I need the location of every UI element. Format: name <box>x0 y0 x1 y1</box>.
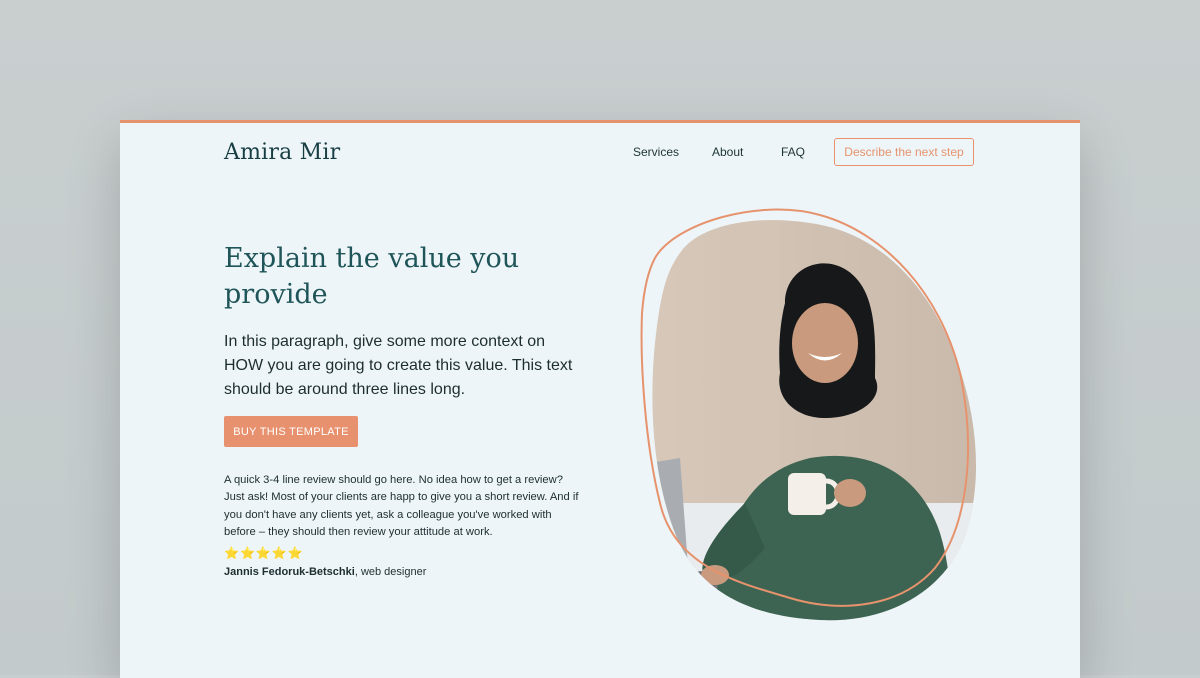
reviewer-name: Jannis Fedoruk-Betschki <box>224 566 355 578</box>
review-text: A quick 3-4 line review should go here. … <box>224 474 579 538</box>
nav-about[interactable]: About <box>712 145 743 159</box>
hero-paragraph: In this paragraph, give some more contex… <box>224 333 573 398</box>
nav-services[interactable]: Services <box>633 145 679 159</box>
reviewer-credit: Jannis Fedoruk-Betschki, web designer <box>224 566 426 578</box>
brand-logo[interactable]: Amira Mir <box>224 140 340 165</box>
website-preview-card: Amira Mir Services About FAQ Describe th… <box>120 120 1080 678</box>
hero-headline: Explain the value you provide <box>224 243 520 310</box>
reviewer-role: , web designer <box>354 566 427 578</box>
buy-template-button[interactable]: BUY THIS TEMPLATE <box>224 416 358 447</box>
rating-stars: ⭐⭐⭐⭐⭐ <box>224 546 304 560</box>
describe-next-step-button[interactable]: Describe the next step <box>834 138 974 166</box>
hero-photo-blob <box>640 208 977 621</box>
nav-faq[interactable]: FAQ <box>781 145 805 159</box>
